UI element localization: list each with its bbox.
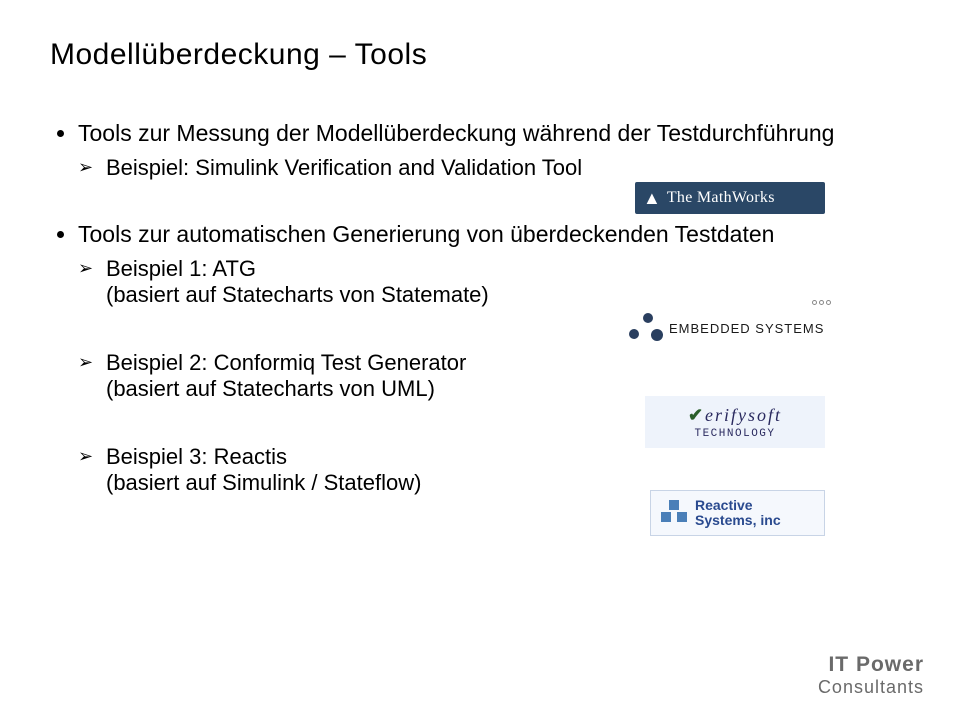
footer-line-2: Consultants	[818, 677, 924, 698]
embedded-systems-text: EMBEDDED SYSTEMS	[669, 321, 824, 336]
bullet-2-sub: Beispiel 1: ATG (basiert auf Statecharts…	[78, 256, 910, 496]
mathworks-text: The MathWorks	[667, 189, 775, 207]
sub-1-line-a: Beispiel 1: ATG	[106, 256, 910, 282]
bullet-2-text: Tools zur automatischen Generierung von …	[78, 221, 774, 248]
bullet-2-sub-3: Beispiel 3: Reactis (basiert auf Simulin…	[106, 444, 910, 496]
bullet-1-text: Tools zur Messung der Modellüberdeckung …	[78, 120, 834, 147]
embedded-systems-dots-icon	[812, 300, 831, 305]
slide-title: Modellüberdeckung – Tools	[50, 38, 910, 72]
bullet-1: Tools zur Messung der Modellüberdeckung …	[78, 120, 910, 181]
reactive-systems-text: Reactive Systems, inc	[695, 498, 781, 529]
reactive-line-2: Systems, inc	[695, 513, 781, 528]
mathworks-logo: ▲ The MathWorks	[635, 182, 825, 214]
verifysoft-check-icon: ✔	[688, 405, 703, 426]
slide: Modellüberdeckung – Tools Tools zur Mess…	[0, 0, 960, 720]
bullet-2: Tools zur automatischen Generierung von …	[78, 221, 910, 496]
bullet-1-sub-1-text: Beispiel: Simulink Verification and Vali…	[106, 155, 582, 180]
verifysoft-text-1: erifysoft	[705, 405, 782, 426]
bullet-2-sub-1: Beispiel 1: ATG (basiert auf Statecharts…	[106, 256, 910, 308]
embedded-systems-logo: EMBEDDED SYSTEMS	[625, 304, 825, 352]
verifysoft-text-2: TECHNOLOGY	[694, 428, 775, 440]
embedded-systems-icon	[625, 311, 659, 345]
mathworks-icon: ▲	[643, 188, 661, 209]
verifysoft-logo: ✔ erifysoft TECHNOLOGY	[645, 396, 825, 448]
reactive-systems-logo: Reactive Systems, inc	[650, 490, 825, 536]
footer-line-1: IT Power	[818, 653, 924, 677]
reactive-line-1: Reactive	[695, 498, 781, 513]
bullet-1-sub-1: Beispiel: Simulink Verification and Vali…	[106, 155, 910, 181]
footer-logo: IT Power Consultants	[818, 653, 924, 698]
reactive-systems-icon	[659, 498, 689, 528]
bullet-1-sub: Beispiel: Simulink Verification and Vali…	[78, 155, 910, 181]
bullet-2-sub-2: Beispiel 2: Conformiq Test Generator (ba…	[106, 350, 910, 402]
sub-2-line-a: Beispiel 2: Conformiq Test Generator	[106, 350, 910, 376]
